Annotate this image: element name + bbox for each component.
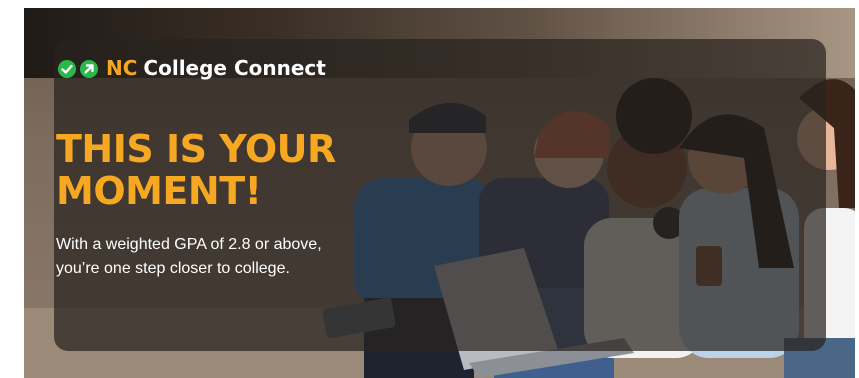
arrow-circle-icon: [80, 59, 98, 78]
check-circle-icon: [58, 59, 76, 78]
body-copy: With a weighted GPA of 2.8 or above, you…: [56, 236, 322, 277]
headline-line-1: THIS IS YOUR: [56, 127, 336, 171]
brand-nc: NC: [106, 56, 138, 80]
brand-name: College Connect: [143, 56, 326, 80]
headline-line-2: MOMENT!: [56, 169, 262, 213]
brand-logo: NC College Connect: [58, 56, 326, 80]
headline: THIS IS YOUR MOMENT!: [56, 128, 386, 212]
